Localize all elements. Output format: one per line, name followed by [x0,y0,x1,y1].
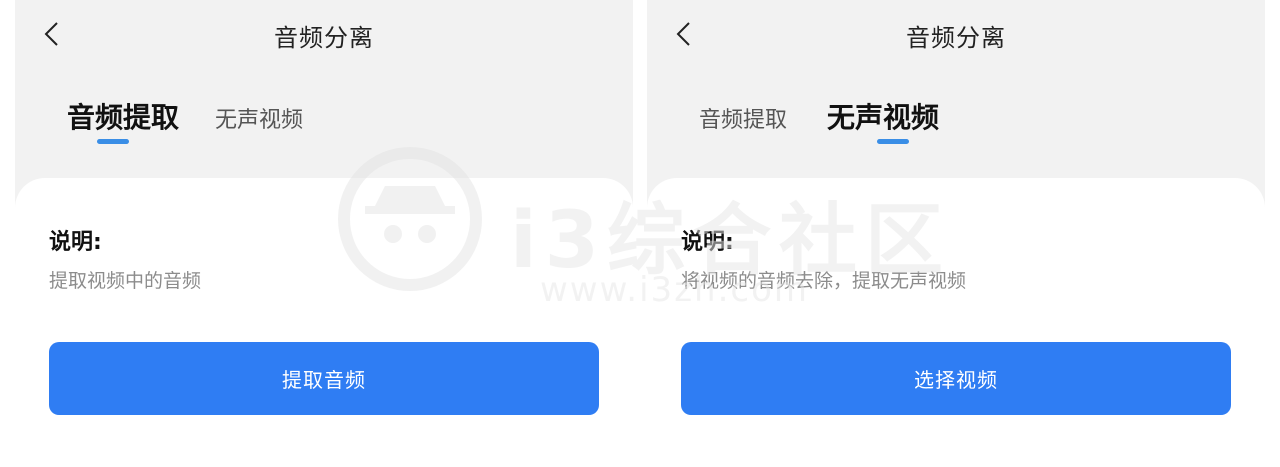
page-title: 音频分离 [906,24,1006,52]
audio-separation-screen-extract: 音频分离 音频提取 无声视频 说明: 提取视频中的音频 提取音频 [15,0,633,467]
tab-silent-video[interactable]: 无声视频 [827,96,939,136]
audio-separation-screen-silent: 音频分离 音频提取 无声视频 说明: 将视频的音频去除，提取无声视频 选择视频 [647,0,1265,467]
active-tab-indicator [97,139,129,144]
description-heading: 说明: [49,230,102,255]
tab-silent-video[interactable]: 无声视频 [215,102,303,134]
active-tab-indicator [877,139,909,144]
tab-audio-extract[interactable]: 音频提取 [699,102,787,134]
select-video-button[interactable]: 选择视频 [681,342,1231,415]
page-title: 音频分离 [274,24,374,52]
description-text: 将视频的音频去除，提取无声视频 [681,270,967,292]
panel-divider [633,0,647,467]
description-text: 提取视频中的音频 [49,270,202,292]
description-heading: 说明: [681,230,734,255]
content-sheet: 说明: 将视频的音频去除，提取无声视频 选择视频 [647,178,1265,467]
extract-audio-button[interactable]: 提取音频 [49,342,599,415]
tab-audio-extract[interactable]: 音频提取 [67,96,179,136]
content-sheet: 说明: 提取视频中的音频 提取音频 [15,178,633,467]
